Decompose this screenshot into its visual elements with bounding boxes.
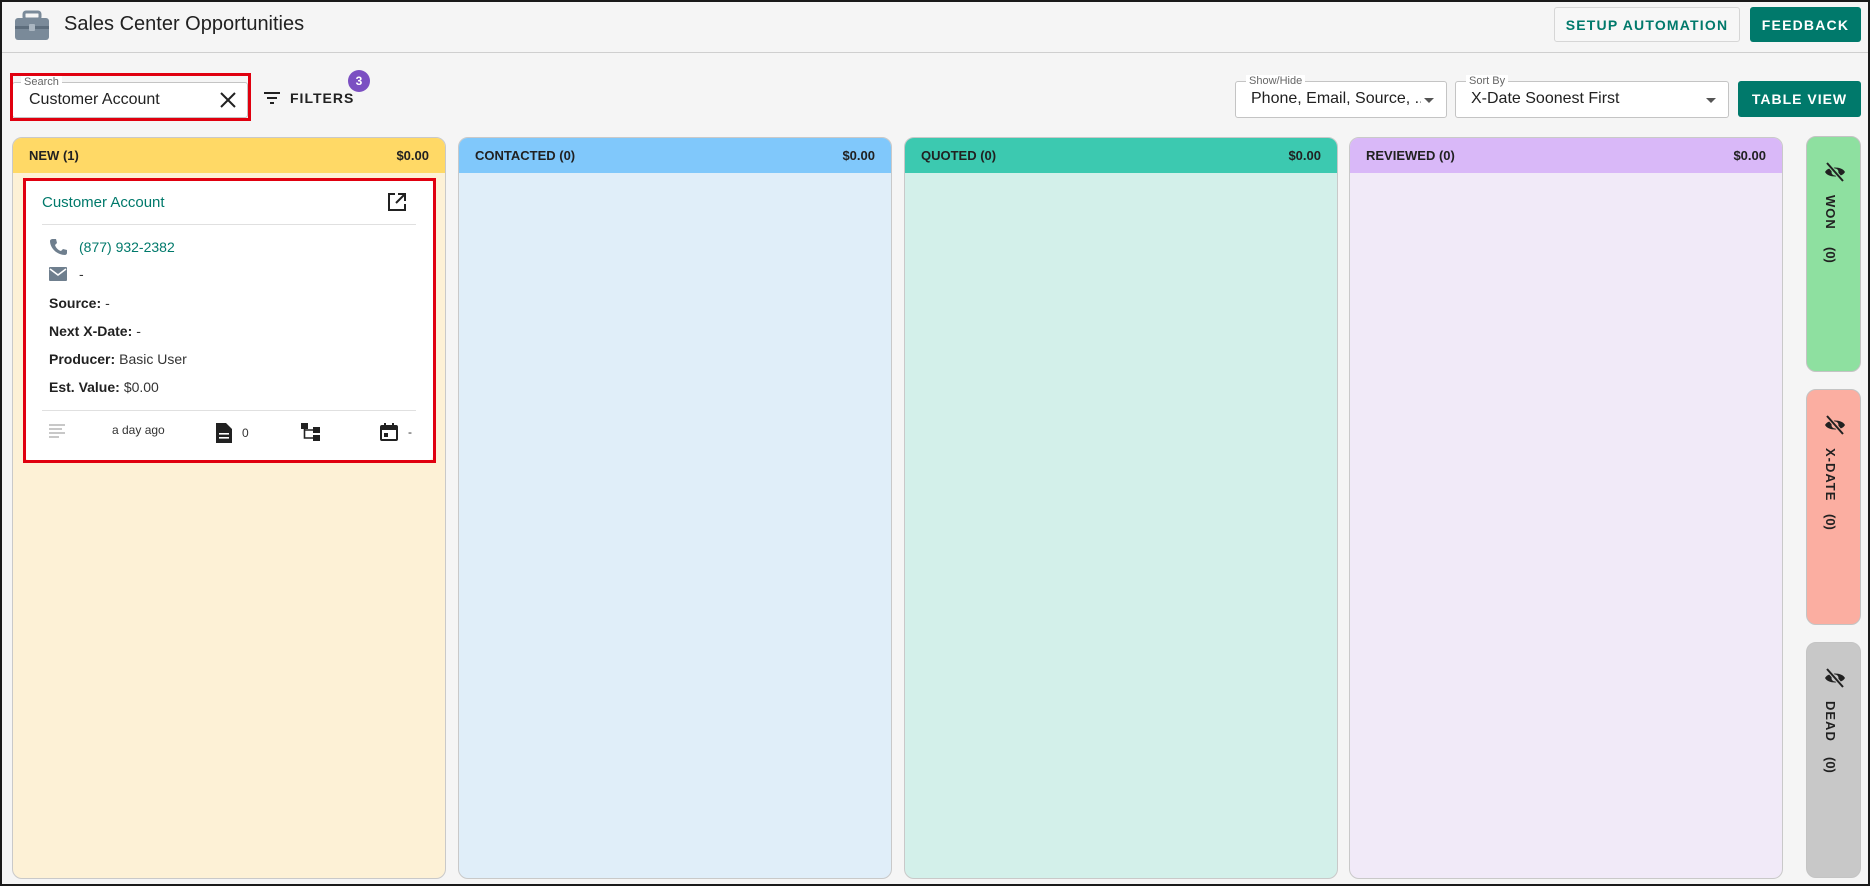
column-header: REVIEWED (0) $0.00: [1350, 138, 1782, 173]
column-header: QUOTED (0) $0.00: [905, 138, 1337, 173]
chevron-down-icon: [1706, 98, 1716, 103]
side-column-label: WON: [1823, 195, 1838, 230]
page-title: Sales Center Opportunities: [64, 13, 305, 35]
calendar-value: -: [408, 425, 412, 439]
card-xdate-row: Next X-Date: -: [49, 323, 141, 339]
open-in-new-icon[interactable]: [387, 192, 407, 212]
card-email-value: -: [79, 266, 84, 282]
column-total: $0.00: [396, 148, 429, 163]
column-title: CONTACTED (0): [475, 148, 576, 163]
show-hide-value: Phone, Email, Source, ...: [1251, 90, 1421, 107]
column-title: REVIEWED (0): [1366, 148, 1455, 163]
producer-label: Producer:: [49, 351, 116, 367]
producer-value: Basic User: [119, 351, 187, 367]
side-column-count: (0): [1823, 757, 1838, 773]
side-column-x-date[interactable]: X-DATE (0): [1806, 389, 1861, 625]
column-header: CONTACTED (0) $0.00: [459, 138, 891, 173]
opportunity-card[interactable]: Customer Account (877) 932-2382 - Source…: [25, 180, 433, 460]
column-contacted: CONTACTED (0) $0.00: [458, 137, 892, 879]
email-icon: [49, 267, 67, 281]
app-frame: Sales Center Opportunities SETUP AUTOMAT…: [0, 0, 1870, 886]
setup-automation-button[interactable]: SETUP AUTOMATION: [1554, 7, 1740, 42]
show-hide-select[interactable]: Show/Hide Phone, Email, Source, ...: [1235, 75, 1447, 118]
source-value: -: [105, 295, 110, 311]
card-producer-row: Producer: Basic User: [49, 351, 187, 367]
column-total: $0.00: [1288, 148, 1321, 163]
workflow-icon: [301, 423, 320, 441]
phone-icon: [50, 239, 67, 255]
column-total: $0.00: [1733, 148, 1766, 163]
app-header: Sales Center Opportunities SETUP AUTOMAT…: [2, 2, 1868, 53]
eye-off-icon: [1825, 667, 1845, 689]
card-value-row: Est. Value: $0.00: [49, 379, 159, 395]
column-title: NEW (1): [29, 148, 79, 163]
feedback-button[interactable]: FEEDBACK: [1750, 7, 1861, 42]
card-email-row: -: [49, 266, 84, 282]
chevron-down-icon: [1424, 98, 1434, 103]
search-input[interactable]: Customer Account: [29, 91, 160, 109]
est-value-value: $0.00: [123, 379, 159, 395]
filters-button[interactable]: FILTERS: [264, 88, 354, 108]
side-column-won[interactable]: WON (0): [1806, 136, 1861, 372]
search-label: Search: [21, 76, 62, 88]
column-title: QUOTED (0): [921, 148, 997, 163]
sort-by-label: Sort By: [1466, 75, 1509, 87]
column-total: $0.00: [842, 148, 875, 163]
filter-icon: [264, 92, 280, 104]
card-documents[interactable]: 0: [216, 423, 249, 443]
xdate-value: -: [136, 323, 141, 339]
sort-by-select[interactable]: Sort By X-Date Soonest First: [1455, 75, 1729, 118]
card-activity-time: a day ago: [112, 423, 165, 437]
side-column-dead[interactable]: DEAD (0): [1806, 642, 1861, 878]
side-column-count: (0): [1823, 247, 1838, 263]
side-column-count: (0): [1823, 514, 1838, 530]
calendar-icon: [380, 423, 398, 441]
side-column-label: X-DATE: [1823, 448, 1838, 502]
est-value-label: Est. Value:: [49, 379, 120, 395]
filters-count-badge: 3: [348, 70, 370, 92]
document-icon: [216, 423, 232, 443]
documents-count: 0: [242, 426, 249, 440]
card-source-row: Source: -: [49, 295, 110, 311]
eye-off-icon: [1825, 161, 1845, 183]
filters-label: FILTERS: [290, 90, 355, 106]
close-icon[interactable]: [219, 91, 237, 109]
column-reviewed: REVIEWED (0) $0.00: [1349, 137, 1783, 879]
eye-off-icon: [1825, 414, 1845, 436]
card-divider: [42, 410, 416, 411]
source-label: Source:: [49, 295, 102, 311]
column-header: NEW (1) $0.00: [13, 138, 445, 173]
card-calendar[interactable]: -: [380, 423, 412, 441]
card-workflow[interactable]: [301, 423, 323, 441]
card-phone-row: (877) 932-2382: [49, 238, 175, 256]
show-hide-label: Show/Hide: [1246, 75, 1306, 87]
notes-icon: [49, 424, 65, 438]
briefcase-icon: [15, 10, 49, 40]
search-field[interactable]: Search Customer Account: [12, 76, 248, 118]
card-phone-link[interactable]: (877) 932-2382: [79, 239, 175, 255]
card-activity[interactable]: [49, 423, 65, 439]
card-divider: [42, 224, 416, 225]
sort-by-value: X-Date Soonest First: [1471, 90, 1620, 107]
column-quoted: QUOTED (0) $0.00: [904, 137, 1338, 879]
card-title-link[interactable]: Customer Account: [42, 194, 165, 211]
xdate-label: Next X-Date:: [49, 323, 133, 339]
side-column-label: DEAD: [1823, 701, 1838, 742]
table-view-button[interactable]: TABLE VIEW: [1738, 81, 1861, 117]
